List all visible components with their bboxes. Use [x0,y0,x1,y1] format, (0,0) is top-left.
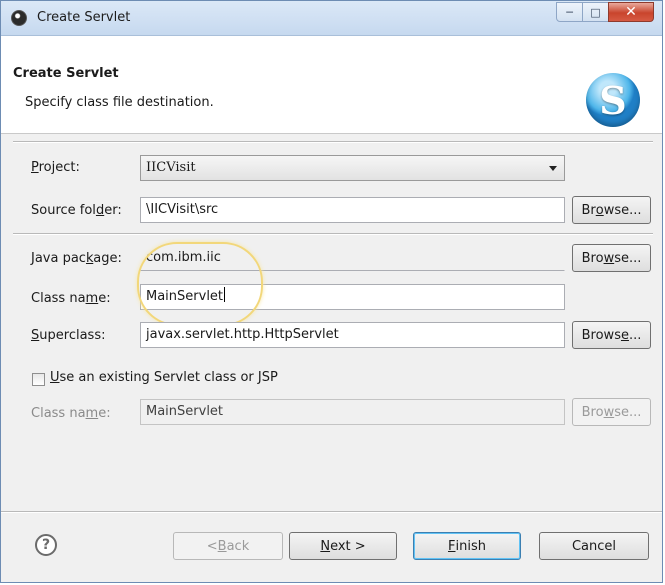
java-package-label: Java package: [31,251,122,266]
banner-title: Create Servlet [13,66,119,81]
footer-divider [1,511,662,513]
existing-class-browse-button: Bro w se... [572,398,651,426]
source-folder-input[interactable]: \IICVisit\src [140,197,565,223]
project-combo-value: IICVisit [146,160,196,175]
close-button[interactable]: ✕ [608,2,654,22]
maximize-button[interactable]: □ [582,2,609,22]
banner-divider [13,141,653,143]
window-title: Create Servlet [37,10,131,25]
source-folder-label: Source folder: [31,203,122,218]
java-package-browse-button[interactable]: Bro w se... [572,244,651,272]
create-servlet-window: Create Servlet ─ □ ✕ Create Servlet Spec… [0,0,663,583]
section-divider-1 [13,233,653,235]
use-existing-label[interactable]: Use an existing Servlet class or JSP [50,370,278,385]
back-button: < Back [173,532,283,560]
banner-subtitle: Specify class file destination. [25,95,214,110]
finish-button[interactable]: Finish [413,532,521,560]
help-icon[interactable]: ? [35,534,57,556]
dropdown-arrow-icon [549,166,557,171]
superclass-input[interactable]: javax.servlet.http.HttpServlet [140,322,565,348]
minimize-button[interactable]: ─ [556,2,583,22]
window-controls: ─ □ ✕ [556,2,654,22]
existing-class-name-label: Class name: [31,406,111,421]
wizard-banner [1,36,662,134]
maximize-icon: □ [590,5,601,19]
superclass-browse-button[interactable]: Brows e... [572,321,651,349]
existing-class-name-input: MainServlet [140,399,565,425]
project-label: Project: [31,160,80,175]
eclipse-app-icon [11,10,27,26]
superclass-label: Superclass: [31,328,106,343]
project-combo[interactable]: IICVisit [140,155,565,181]
class-name-label: Class name: [31,291,111,306]
cancel-button[interactable]: Cancel [539,532,649,560]
servlet-logo-icon: S [586,73,640,127]
title-bar[interactable]: Create Servlet ─ □ ✕ [1,1,662,36]
use-existing-checkbox[interactable] [32,373,45,386]
next-button[interactable]: Next > [289,532,397,560]
minimize-icon: ─ [566,5,573,19]
highlight-annotation [137,242,263,326]
close-icon: ✕ [625,4,637,20]
source-folder-browse-button[interactable]: Br o wse... [572,196,651,224]
